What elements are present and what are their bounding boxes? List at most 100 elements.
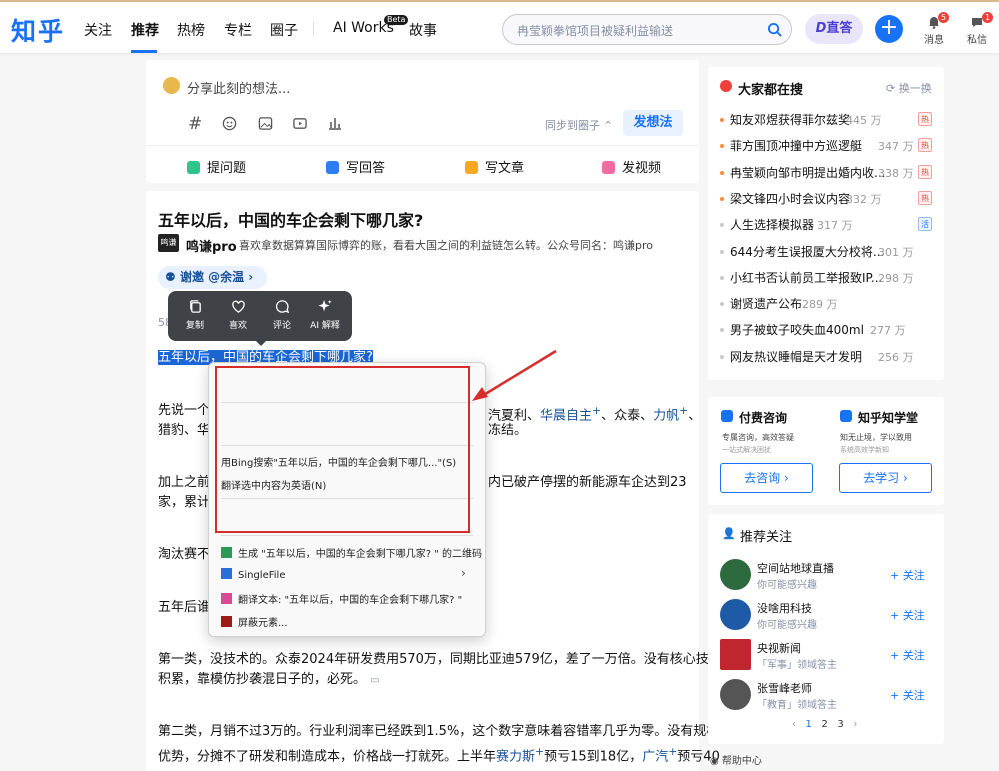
refresh-button[interactable]: ⟳ 换一换 xyxy=(886,80,932,96)
recommend-user-row: 空间站地球直播 你可能感兴趣 + 关注 xyxy=(720,558,934,592)
hot-search-text[interactable]: 人生选择模拟器 xyxy=(730,216,814,233)
hot-search-text[interactable]: 冉莹颖向邹市明提出婚内收... xyxy=(730,164,885,181)
refresh-icon: ⟳ xyxy=(886,82,899,95)
hot-search-text[interactable]: 网友热议睡帽是天才发明 xyxy=(730,348,862,365)
hashtag-icon[interactable]: # xyxy=(188,114,202,134)
menu-qr-code[interactable]: 生成 "五年以后，中国的车企会剩下哪几家? " 的二维码 xyxy=(221,545,482,560)
question-icon xyxy=(187,161,200,174)
composer-input[interactable]: 分享此刻的想法... xyxy=(187,78,290,97)
menu-block-element[interactable]: 屏蔽元素... xyxy=(221,614,288,629)
consult-title[interactable]: 付费咨询 xyxy=(739,409,787,426)
consult-button[interactable]: 去咨询 › xyxy=(720,463,813,493)
zhida-icon: D xyxy=(815,21,827,36)
submenu-arrow-icon: › xyxy=(461,566,466,580)
comment-button[interactable]: 评论 xyxy=(262,299,302,331)
write-article-button[interactable]: 写文章 xyxy=(465,157,524,176)
like-button[interactable]: 喜欢 xyxy=(218,299,258,331)
hot-search-item[interactable]: 男子被蚊子咬失血400ml 277 万 xyxy=(720,321,934,339)
avatar[interactable] xyxy=(720,679,751,710)
avatar[interactable] xyxy=(720,599,751,630)
nav-recommend[interactable]: 推荐 xyxy=(131,20,159,40)
consult-desc: 专属咨询，高效答疑 xyxy=(722,433,794,442)
menu-translate-text[interactable]: 翻译文本: "五年以后，中国的车企会剩下哪几家? " xyxy=(221,591,462,606)
chart-icon[interactable] xyxy=(327,115,343,131)
hot-search-count: 347 万 xyxy=(878,140,914,154)
avatar[interactable] xyxy=(163,77,180,94)
emoji-icon[interactable] xyxy=(222,116,237,131)
hot-search-item[interactable]: 644分考生误报厦大分校将... 301 万 xyxy=(720,243,934,261)
search-icon[interactable] xyxy=(767,22,782,37)
search-placeholder[interactable]: 冉莹颖拳馆项目被疑利益输送 xyxy=(517,22,673,39)
copy-button[interactable]: 复制 xyxy=(175,299,215,331)
zhihu-logo[interactable]: 知乎 xyxy=(11,12,65,48)
next-page-icon[interactable]: › xyxy=(853,719,857,730)
search-box[interactable]: 冉莹颖拳馆项目被疑利益输送 xyxy=(502,14,792,45)
video-icon[interactable] xyxy=(292,116,308,131)
follow-button[interactable]: + 关注 xyxy=(890,687,925,703)
user-name[interactable]: 央视新闻 xyxy=(757,640,801,656)
link-lifan[interactable]: 力帆 xyxy=(653,408,679,423)
nav-follow[interactable]: 关注 xyxy=(84,20,112,40)
hot-search-item[interactable]: 小红书否认前员工举报致IP... 298 万 xyxy=(720,269,934,287)
hot-search-text[interactable]: 男子被蚊子咬失血400ml xyxy=(730,321,864,338)
invite-tag[interactable]: ⚉ 谢邀 @余温 › xyxy=(158,266,267,289)
ai-explain-button[interactable]: AI 解释 xyxy=(305,299,345,331)
hot-search-item[interactable]: 梁文锋四小时会议内容 332 万 热 xyxy=(720,190,934,208)
sync-circle-dropdown[interactable]: 同步到圈子 ⌃ xyxy=(545,117,613,133)
hot-search-item[interactable]: 人生选择模拟器 317 万 活 xyxy=(720,216,934,234)
link-gac[interactable]: 广汽 xyxy=(642,749,668,764)
recommend-user-row: 张雪峰老师 「教育」领域答主 + 关注 xyxy=(720,678,934,712)
hot-search-text[interactable]: 梁文锋四小时会议内容 xyxy=(730,190,850,207)
author-bio: 喜欢拿数据算算国际博弈的账，看看大国之间的利益链怎么转。公众号同名：鸣谦pro xyxy=(239,239,653,252)
nav-hot[interactable]: 热榜 xyxy=(177,20,205,40)
help-center-link[interactable]: ◉ 帮助中心 xyxy=(710,752,762,767)
nav-column[interactable]: 专栏 xyxy=(224,20,252,40)
zhida-button[interactable]: D直答 xyxy=(805,14,863,44)
user-name[interactable]: 没啥用科技 xyxy=(757,600,812,616)
hot-tag-badge: 热 xyxy=(918,112,932,126)
comment-icon[interactable]: ▭ xyxy=(370,675,379,686)
follow-button[interactable]: + 关注 xyxy=(890,647,925,663)
link-huachen[interactable]: 华晨自主 xyxy=(540,408,592,423)
prev-page-icon[interactable]: ‹ xyxy=(792,719,796,730)
image-icon[interactable] xyxy=(258,116,273,131)
post-video-button[interactable]: 发视频 xyxy=(602,157,661,176)
avatar[interactable] xyxy=(720,559,751,590)
nav-story[interactable]: 故事 xyxy=(409,20,437,40)
hot-search-item[interactable]: 谢贤遗产公布 289 万 xyxy=(720,295,934,313)
hot-search-count: 332 万 xyxy=(846,192,882,206)
author-avatar[interactable]: 鸣谦 xyxy=(158,234,179,252)
paragraph-6b: 优势，分摊不了研发和制造成本，价格战一打就死。上半年赛力斯+预亏15到18亿，广… xyxy=(158,745,720,765)
write-answer-button[interactable]: 写回答 xyxy=(326,157,385,176)
user-name[interactable]: 空间站地球直播 xyxy=(757,560,834,576)
ask-question-button[interactable]: 提问题 xyxy=(187,157,246,176)
video-post-icon xyxy=(602,161,615,174)
recommend-title: 推荐关注 xyxy=(740,530,793,545)
learn-title[interactable]: 知乎知学堂 xyxy=(858,409,918,426)
page-2[interactable]: 2 xyxy=(821,719,827,730)
hot-search-text[interactable]: 谢贤遗产公布 xyxy=(730,295,802,312)
follow-button[interactable]: + 关注 xyxy=(890,607,925,623)
user-name[interactable]: 张雪峰老师 xyxy=(757,680,812,696)
author-name[interactable]: 鸣谦pro xyxy=(186,236,237,255)
hot-search-item[interactable]: 知友邓煜获得菲尔兹奖 445 万 热 xyxy=(720,111,934,129)
learn-button[interactable]: 去学习 › xyxy=(839,463,932,493)
hot-search-text[interactable]: 菲方围顶冲撞中方巡逻艇 xyxy=(730,137,862,154)
article-title[interactable]: 五年以后，中国的车企会剩下哪几家? xyxy=(158,207,423,231)
hot-search-text[interactable]: 644分考生误报厦大分校将... xyxy=(730,243,884,260)
page-3[interactable]: 3 xyxy=(837,719,843,730)
hot-search-item[interactable]: 菲方围顶冲撞中方巡逻艇 347 万热 xyxy=(720,137,934,155)
paragraph-1d: 冻结。 xyxy=(488,423,528,438)
hot-search-item[interactable]: 网友热议睡帽是天才发明 256 万 xyxy=(720,348,934,366)
nav-circle[interactable]: 圈子 xyxy=(270,20,298,40)
page-1[interactable]: 1 xyxy=(806,719,812,730)
post-thought-button[interactable]: 发想法 xyxy=(623,110,683,136)
hot-search-item[interactable]: 冉莹颖向邹市明提出婚内收... 338 万热 xyxy=(720,164,934,182)
create-button[interactable]: + xyxy=(875,15,903,43)
follow-button[interactable]: + 关注 xyxy=(890,567,925,583)
hot-search-text[interactable]: 小红书否认前员工举报致IP... xyxy=(730,269,882,286)
avatar[interactable] xyxy=(720,639,751,670)
hot-search-text[interactable]: 知友邓煜获得菲尔兹奖 xyxy=(730,111,850,128)
menu-singlefile[interactable]: SingleFile xyxy=(221,568,285,581)
link-seres[interactable]: 赛力斯 xyxy=(496,749,535,764)
